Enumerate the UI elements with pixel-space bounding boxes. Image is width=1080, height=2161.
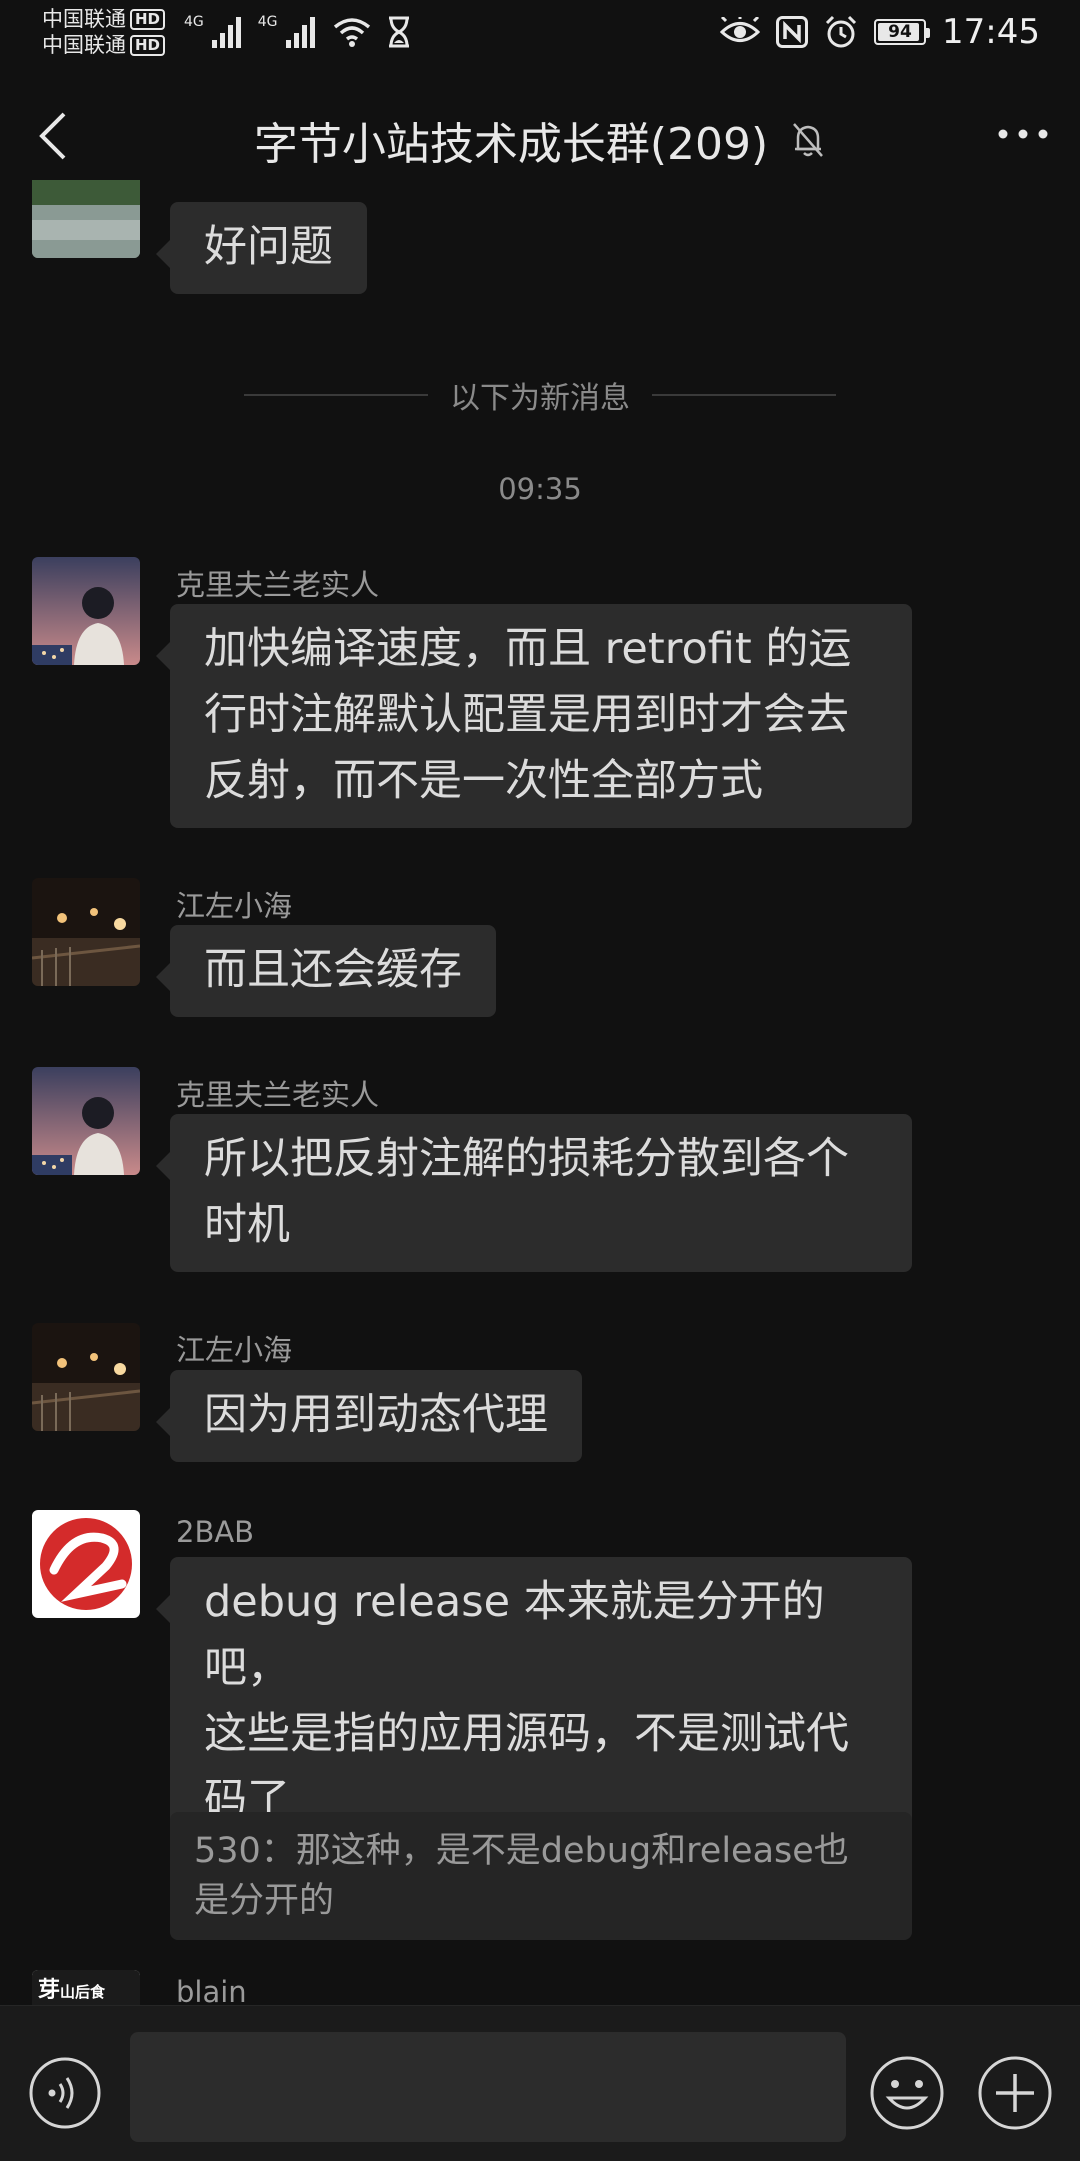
sender-name: 江左小海 bbox=[176, 889, 293, 923]
network-indicators: 4G 4G bbox=[184, 14, 412, 48]
network-type: 4G bbox=[184, 14, 204, 30]
divider-label: 以下为新消息 bbox=[450, 381, 630, 416]
avatar[interactable] bbox=[32, 1323, 140, 1431]
message-bubble[interactable]: 而且还会缓存 bbox=[156, 925, 496, 1017]
battery-tip bbox=[926, 28, 931, 38]
avatar[interactable]: 芽山后食 bbox=[32, 1970, 140, 2005]
clock: 17:45 bbox=[942, 12, 1040, 52]
page-title: 字节小站技术成长群(209) bbox=[253, 119, 769, 170]
message-text: 好问题 bbox=[204, 222, 333, 272]
divider-line bbox=[652, 394, 836, 396]
battery-level: 94 bbox=[888, 22, 912, 42]
avatar[interactable] bbox=[32, 180, 140, 258]
avatar[interactable] bbox=[32, 1510, 140, 1618]
voice-icon[interactable] bbox=[28, 2056, 102, 2130]
avatar[interactable] bbox=[32, 1067, 140, 1175]
emoji-icon[interactable] bbox=[868, 2054, 946, 2132]
hd-badge: HD bbox=[130, 34, 166, 56]
message-bubble[interactable]: 加快编译速度，而且 retrofit 的运 行时注解默认配置是用到时才会去 反射… bbox=[156, 604, 912, 828]
sender-name: 2BAB bbox=[176, 1515, 255, 1549]
message-text: 加快编译速度，而且 retrofit 的运 bbox=[204, 624, 852, 674]
alarm-icon bbox=[825, 15, 857, 48]
network-type: 4G bbox=[257, 14, 278, 30]
carrier-name: 中国联通 bbox=[42, 7, 126, 31]
message-text: 而且还会缓存 bbox=[204, 945, 462, 995]
divider-line bbox=[244, 394, 428, 396]
message-text: 行时注解默认配置是用到时才会去 bbox=[204, 690, 849, 740]
message-input[interactable] bbox=[130, 2032, 846, 2142]
wifi-icon bbox=[333, 18, 370, 47]
timestamp: 09:35 bbox=[498, 472, 582, 506]
message-bubble[interactable]: 所以把反射注解的损耗分散到各个 时机 bbox=[156, 1114, 912, 1272]
status-bar: 中国联通 HD 中国联通 HD 4G 4G 94 17:45 bbox=[0, 0, 1080, 70]
eye-icon bbox=[720, 17, 761, 42]
sender-name: 江左小海 bbox=[176, 1333, 293, 1367]
nfc-icon bbox=[776, 16, 809, 48]
avatar-text: 芽山后食 bbox=[38, 1978, 106, 2003]
message-text: 反射，而不是一次性全部方式 bbox=[204, 756, 763, 806]
quote-text: 是分开的 bbox=[194, 1881, 335, 1921]
carrier-info: 中国联通 HD 中国联通 HD bbox=[42, 6, 166, 58]
battery-indicator: 94 bbox=[874, 19, 931, 45]
input-bar bbox=[0, 2005, 1080, 2161]
hourglass-icon bbox=[388, 16, 409, 48]
avatar[interactable] bbox=[32, 557, 140, 665]
message-text: 所以把反射注解的损耗分散到各个 bbox=[204, 1134, 849, 1184]
carrier-name: 中国联通 bbox=[42, 33, 126, 57]
sender-name: 克里夫兰老实人 bbox=[176, 568, 380, 602]
message-text: 这些是指的应用源码，不是测试代 bbox=[204, 1709, 849, 1759]
message-list[interactable]: 好问题 以下为新消息 09:35 克里夫兰老实人 加快编译速度，而且 retro… bbox=[0, 180, 1080, 2005]
hd-badge: HD bbox=[130, 8, 166, 30]
quoted-message[interactable]: 530：那这种，是不是debug和release也 是分开的 bbox=[170, 1812, 912, 1940]
message-bubble[interactable]: debug release 本来就是分开的吧， 这些是指的应用源码，不是测试代 … bbox=[156, 1557, 912, 1847]
sender-name: blain bbox=[176, 1975, 247, 2005]
message-text: debug release 本来就是分开的吧， bbox=[204, 1577, 825, 1693]
message-bubble[interactable]: 因为用到动态代理 bbox=[156, 1370, 582, 1462]
status-right: 94 17:45 bbox=[720, 12, 1040, 52]
message-text: 时机 bbox=[204, 1200, 290, 1250]
sender-name: 克里夫兰老实人 bbox=[176, 1078, 380, 1112]
signal-icon bbox=[285, 17, 315, 48]
quote-text: 530：那这种，是不是debug和release也 bbox=[194, 1831, 849, 1871]
avatar[interactable] bbox=[32, 878, 140, 986]
chat-header: 字节小站技术成长群(209) bbox=[0, 90, 1080, 180]
more-horizontal-icon[interactable] bbox=[996, 114, 1050, 154]
title-area: 字节小站技术成长群(209) bbox=[0, 108, 1080, 172]
message-text: 因为用到动态代理 bbox=[204, 1390, 548, 1440]
signal-icon bbox=[211, 17, 241, 48]
plus-circle-icon[interactable] bbox=[976, 2054, 1054, 2132]
bell-off-icon bbox=[793, 123, 824, 157]
new-messages-divider: 以下为新消息 bbox=[244, 373, 836, 417]
message-bubble[interactable]: 好问题 bbox=[156, 202, 367, 294]
